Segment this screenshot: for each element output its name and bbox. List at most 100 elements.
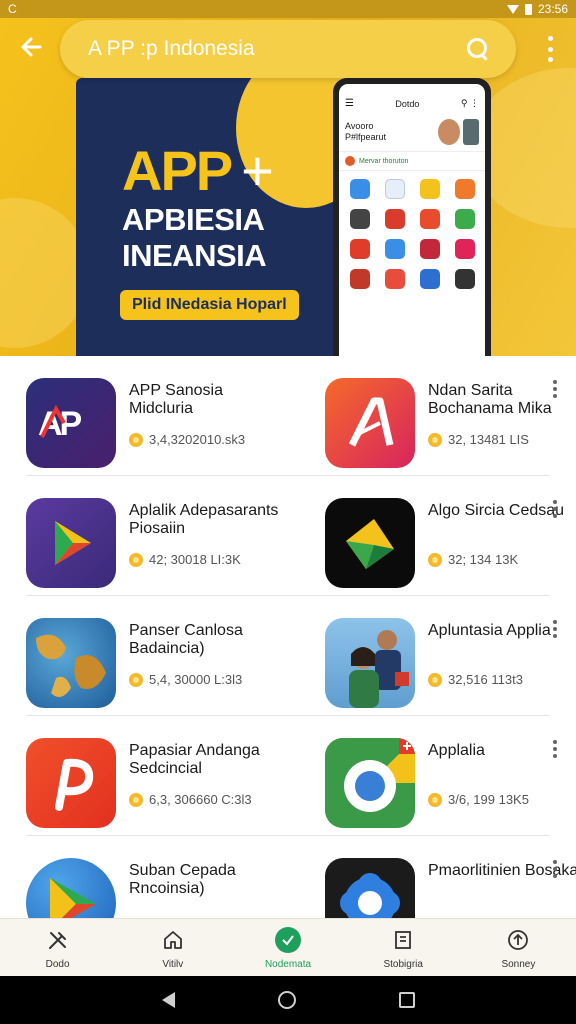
app-row: Panser Canlosa Badaincia) 5,4, 30000 L:3…	[0, 596, 576, 716]
app-name: Papasiar Andanga Sedcincial	[129, 742, 260, 777]
more-options-icon[interactable]	[551, 860, 559, 878]
poster-line-2: APBIESIA	[122, 202, 265, 237]
nav-tab-sonney[interactable]: Sonney	[461, 919, 576, 976]
coin-icon	[129, 792, 143, 807]
more-options-icon[interactable]	[551, 500, 559, 518]
blue-flower-icon	[325, 858, 415, 918]
coin-icon	[428, 672, 442, 687]
green-prism-icon	[325, 498, 415, 588]
app-card[interactable]: Papasiar Andanga Sedcincial 6,3, 306660 …	[26, 738, 296, 830]
app-card[interactable]: Panser Canlosa Badaincia) 5,4, 30000 L:3…	[26, 618, 296, 710]
app-meta: 32; 134 13K	[428, 552, 518, 567]
app-card[interactable]: Apluntasia Applia 32,516 113t3	[325, 618, 576, 710]
nav-tab-dodo[interactable]: Dodo	[0, 919, 115, 976]
upload-icon	[505, 927, 531, 953]
stylized-a-icon	[325, 378, 415, 468]
coin-icon	[129, 432, 143, 447]
coin-icon	[129, 672, 143, 687]
app-name: Panser Canlosa Badaincia)	[129, 622, 243, 657]
overflow-menu-icon[interactable]	[540, 36, 560, 62]
more-options-icon[interactable]	[551, 620, 559, 638]
play-triangle-icon	[26, 498, 116, 588]
app-meta-text: 32,516 113t3	[448, 672, 523, 687]
search-input[interactable]: A PP :p Indonesia	[88, 37, 466, 61]
more-options-icon[interactable]	[551, 380, 559, 398]
app-meta-text: 32; 134 13K	[448, 552, 519, 567]
home-icon	[160, 927, 186, 953]
coin-icon	[428, 432, 442, 447]
document-icon	[390, 927, 416, 953]
app-meta: 6,3, 306660 C:3l3	[129, 792, 252, 807]
app-name: APP Sanosia Midcluria	[129, 382, 223, 417]
app-row: Papasiar Andanga Sedcincial 6,3, 306660 …	[0, 716, 576, 836]
phone-search-icon: ⚲ ⋮	[460, 98, 479, 108]
svg-text:AP: AP	[38, 405, 82, 443]
app-meta-text: 3/6, 199 13K5	[448, 792, 529, 807]
nav-label: Stobigria	[383, 959, 423, 970]
app-meta-text: 5,4, 30000 L:3l3	[149, 672, 243, 687]
status-bar: C 23:56	[0, 0, 576, 18]
play-store-icon	[26, 858, 116, 918]
system-recents-icon[interactable]	[398, 992, 415, 1008]
search-bar[interactable]: A PP :p Indonesia	[60, 20, 516, 78]
phone-profile-line2: P#lfpearut	[345, 132, 387, 142]
app-meta-text: 6,3, 306660 C:3l3	[149, 792, 252, 807]
app-card[interactable]: Ndan Sarita Bochanama Mika 32, 13481 LIS	[325, 378, 576, 470]
people-photo-icon	[325, 618, 415, 708]
app-card[interactable]: Algo Sircia Cedsau 32; 134 13K	[325, 498, 576, 590]
phone-notice-text: Mervar thoruton	[359, 157, 409, 165]
app-card[interactable]: Pmaorlitinien Bosaka	[325, 858, 576, 918]
coin-icon	[428, 792, 442, 807]
phone-notice: Mervar thoruton	[339, 151, 485, 171]
system-back-icon[interactable]	[161, 992, 175, 1008]
app-meta: 42; 30018 LI:3K	[129, 552, 241, 567]
coin-icon	[129, 552, 143, 567]
nav-label: Sonney	[501, 959, 536, 970]
app-card[interactable]: Applalia 3/6, 199 13K5	[325, 738, 576, 830]
poster-headline: APP +	[122, 138, 274, 203]
menu-icon: ☰	[345, 98, 354, 109]
p-logo-icon	[26, 738, 116, 828]
nav-tab-nodemata[interactable]: Nodemata	[230, 919, 345, 976]
app-meta: 32, 13481 LIS	[428, 432, 529, 447]
phone-profile-line1: Avooro	[345, 121, 374, 131]
poster-headline-text: APP	[122, 139, 233, 202]
status-time: 23:56	[537, 2, 568, 16]
nav-label: Vitilv	[162, 959, 184, 970]
app-row: Suban Cepada Rncoinsia) Pmaorlitinien Bo…	[0, 836, 576, 918]
nav-tab-stobigria[interactable]: Stobigria	[346, 919, 461, 976]
battery-icon	[524, 3, 532, 15]
nav-tab-vitilv[interactable]: Vitilv	[115, 919, 230, 976]
app-card[interactable]: AP APP Sanosia Midcluria 3,4,3202010.sk3	[26, 378, 296, 470]
app-row: AP APP Sanosia Midcluria 3,4,3202010.sk3…	[0, 356, 576, 476]
app-row: Aplalik Adepasarants Piosaiin 42; 30018 …	[0, 476, 576, 596]
phone-app-grid	[339, 171, 485, 297]
bottom-navigation: Dodo Vitilv Nodemata Stobigria Sonney	[0, 918, 576, 976]
app-meta: 3,4,3202010.sk3	[129, 432, 245, 447]
app-meta-text: 42; 30018 LI:3K	[149, 552, 241, 567]
app-card[interactable]: Suban Cepada Rncoinsia)	[26, 858, 296, 918]
app-meta: 5,4, 30000 L:3l3	[129, 672, 242, 687]
poster-line-3: INEANSIA	[122, 238, 267, 273]
app-meta-text: 32, 13481 LIS	[448, 432, 529, 447]
coin-icon	[428, 552, 442, 567]
wifi-icon	[506, 4, 519, 14]
app-card[interactable]: Aplalik Adepasarants Piosaiin 42; 30018 …	[26, 498, 296, 590]
phone-mockup: ☰ Dotdo ⚲ ⋮ Avooro P#lfpearut Mervar tho…	[333, 78, 491, 356]
poster-cta-button[interactable]: Plid INedasia Hoparl	[120, 290, 299, 320]
app-meta: 32,516 113t3	[428, 672, 523, 687]
tools-icon	[45, 927, 71, 953]
app-name: Suban Cepada Rncoinsia)	[129, 862, 236, 897]
app-list: AP APP Sanosia Midcluria 3,4,3202010.sk3…	[0, 356, 576, 918]
avatar-group	[438, 119, 479, 145]
status-left-text: C	[8, 2, 17, 16]
app-meta-text: 3,4,3202010.sk3	[149, 432, 246, 447]
system-home-icon[interactable]	[277, 991, 296, 1009]
search-icon[interactable]	[466, 37, 490, 61]
app-logo-icon: AP	[26, 378, 116, 468]
app-name: Aplalik Adepasarants Piosaiin	[129, 502, 279, 537]
back-arrow-icon[interactable]	[14, 30, 48, 64]
system-navigation-bar	[0, 976, 576, 1024]
more-options-icon[interactable]	[551, 740, 559, 758]
app-meta: 3/6, 199 13K5	[428, 792, 529, 807]
